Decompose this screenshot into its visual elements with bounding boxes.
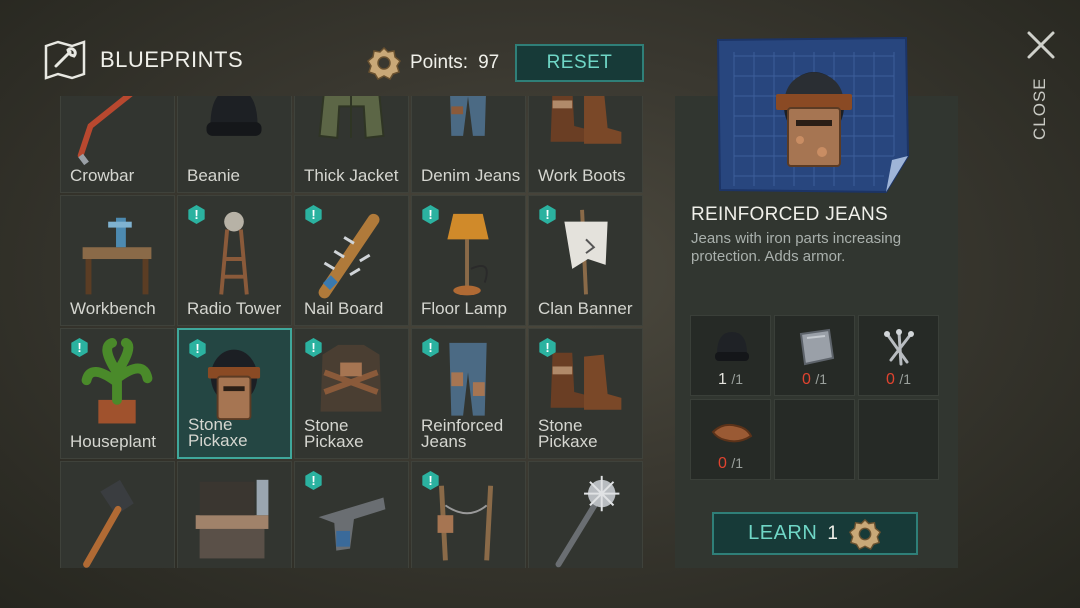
cog-point-icon	[367, 46, 401, 80]
blueprint-map-icon	[44, 40, 86, 80]
points-display: Points: 97	[366, 45, 499, 81]
blueprint-card-label: Crowbar	[70, 166, 135, 185]
blueprint-card-label: Stone Pickaxe	[304, 416, 364, 451]
blueprint-grid-viewport[interactable]: Crowbar!Beanie!Thick JacketDenim Jeans!W…	[60, 96, 643, 568]
detail-title: REINFORCED JEANS	[691, 204, 888, 225]
blueprint-card[interactable]: !	[294, 461, 409, 568]
blueprint-card-label: Workbench	[70, 299, 156, 318]
blueprint-card[interactable]: ! Radio Tower	[177, 195, 292, 326]
blueprint-card[interactable]: ! Stone Pickaxe	[294, 328, 409, 459]
requirements-grid: 1 /1 0 /1 0 /1 0 /1	[690, 315, 939, 480]
requirement-need: /1	[899, 371, 912, 387]
blueprint-card[interactable]	[60, 461, 175, 568]
blueprint-card-label: Floor Lamp	[421, 299, 507, 318]
title-area: BLUEPRINTS	[44, 40, 243, 80]
requirement-have: 0	[801, 371, 811, 388]
cog-point-icon	[848, 518, 881, 550]
blueprint-card[interactable]: !Thick Jacket	[294, 96, 409, 193]
iron-plate-icon	[799, 328, 835, 366]
requirement-have: 1	[717, 371, 727, 388]
blueprint-card-label: Houseplant	[70, 432, 157, 451]
blueprint-card-label: Reinforced Jeans	[421, 416, 504, 451]
blueprint-card-label: Denim Jeans	[421, 166, 521, 185]
blueprint-card[interactable]: Workbench	[60, 195, 175, 326]
requirement-slot: 0 /1	[858, 315, 939, 396]
beanie-icon	[715, 332, 749, 361]
requirement-need: /1	[731, 455, 744, 471]
blueprint-card[interactable]: Denim Jeans	[411, 96, 526, 193]
shovel-icon	[83, 479, 134, 568]
spiked-club-icon	[555, 475, 620, 568]
blueprint-card[interactable]: ! Nail Board	[294, 195, 409, 326]
blueprint-card-label: Gunsmith	[187, 566, 287, 568]
requirement-slot-empty	[774, 399, 855, 480]
points-value: 97	[478, 52, 500, 73]
blueprint-card-label: Radio Tower	[187, 299, 282, 318]
blueprint-card-label: Work Boots	[538, 166, 626, 185]
requirement-slot: 0 /1	[774, 315, 855, 396]
blueprint-card[interactable]: ! Houseplant	[60, 328, 175, 459]
leather-icon	[711, 423, 753, 443]
blueprint-card-label: Clan Banner	[538, 299, 633, 318]
learn-button[interactable]: LEARN 1	[712, 512, 918, 555]
page-title: BLUEPRINTS	[100, 47, 244, 72]
blueprint-card[interactable]: ! Stone Pickaxe	[177, 328, 292, 459]
blueprint-card[interactable]: ! Stone Pickaxe	[528, 328, 643, 459]
requirement-have: 0	[885, 371, 895, 388]
learn-label: LEARN	[748, 522, 818, 544]
detail-description: Jeans with iron parts increasing protect…	[691, 230, 902, 265]
requirement-slot: 1 /1	[690, 315, 771, 396]
points-label: Points:	[410, 52, 469, 73]
blueprint-card[interactable]: Gunsmith	[177, 461, 292, 568]
close-button[interactable]: CLOSE	[1030, 77, 1050, 140]
blueprint-card[interactable]: Crowbar	[60, 96, 175, 193]
close-icon[interactable]	[1026, 30, 1056, 60]
blueprint-card-label: Stone Pickaxe	[538, 416, 598, 451]
blueprint-grid: Crowbar!Beanie!Thick JacketDenim Jeans!W…	[60, 96, 643, 568]
blueprint-card[interactable]: Spiked	[528, 461, 643, 568]
blueprint-card-label: Nail Board	[304, 299, 384, 318]
requirement-slot: 0 /1	[690, 399, 771, 480]
blueprint-card[interactable]: !Trip Wire	[411, 461, 526, 568]
blueprint-preview-icon	[716, 36, 910, 194]
blueprint-card-label: Beanie	[187, 166, 240, 185]
blueprint-card-label: Thick Jacket	[304, 166, 399, 185]
gunsmith-icon	[195, 479, 269, 559]
blueprint-card-label: Stone Pickaxe	[188, 415, 248, 450]
blueprint-card-label: Trip Wire	[421, 566, 521, 568]
requirement-need: /1	[815, 371, 828, 387]
blueprint-card[interactable]: ! Reinforced Jeans	[411, 328, 526, 459]
blueprint-card[interactable]: ! Floor Lamp	[411, 195, 526, 326]
requirement-slot-empty	[858, 399, 939, 480]
blueprint-card[interactable]: !Beanie	[177, 96, 292, 193]
learn-cost: 1	[827, 522, 838, 544]
requirement-have: 0	[717, 455, 727, 472]
reset-button[interactable]: RESET	[515, 44, 644, 82]
blueprint-card-label: Spiked	[538, 566, 638, 568]
blueprint-card[interactable]: !Work Boots	[528, 96, 643, 193]
requirement-need: /1	[731, 371, 744, 387]
blueprint-card[interactable]: ! Clan Banner	[528, 195, 643, 326]
nails-icon	[884, 329, 914, 366]
